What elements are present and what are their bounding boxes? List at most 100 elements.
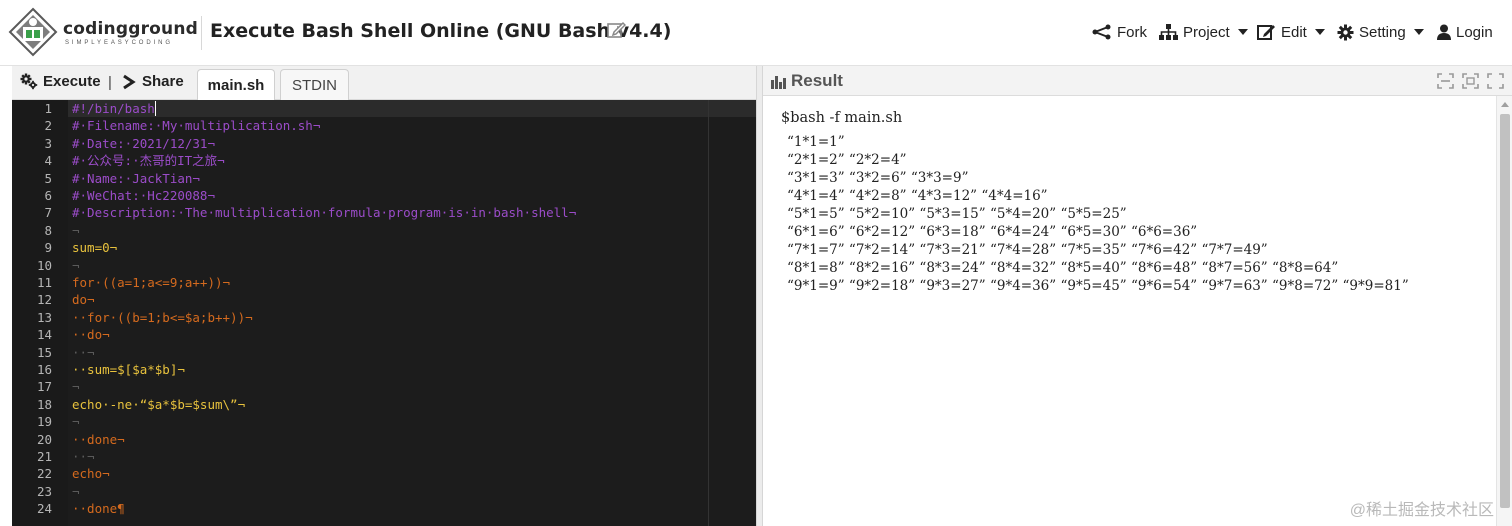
output-line: “6*1=6” “6*2=12” “6*3=18” “6*4=24” “6*5=… bbox=[787, 224, 1198, 240]
line-number: 23 bbox=[36, 483, 52, 499]
line-number: 6 bbox=[44, 188, 52, 203]
result-header: Result bbox=[763, 66, 1512, 96]
line-number: 22 bbox=[36, 466, 52, 482]
code-line: ··sum=$[$a*$b]¬ bbox=[72, 362, 185, 377]
tab-stdin[interactable]: STDIN bbox=[280, 69, 349, 100]
gears-icon bbox=[20, 73, 38, 90]
editor-toolbar: Execute | Share main.sh STDIN bbox=[12, 66, 756, 100]
output-scrollbar[interactable] bbox=[1496, 96, 1512, 526]
pane-resizer[interactable] bbox=[756, 66, 763, 526]
code-line: ··do¬ bbox=[72, 327, 110, 343]
gear-icon bbox=[1337, 24, 1354, 40]
code-line: sum=0¬ bbox=[72, 240, 118, 256]
code-line-text: #!/bin/bash bbox=[72, 101, 155, 116]
user-icon bbox=[1437, 24, 1451, 40]
code-line: #!/bin/bash bbox=[72, 100, 156, 117]
edit-icon bbox=[1257, 25, 1275, 40]
code-line: #·Filename:·My·multiplication.sh¬ bbox=[72, 118, 321, 134]
code-line: ··done¬ bbox=[72, 431, 125, 447]
logo[interactable]: codingground SIMPLYEASYCODING bbox=[8, 7, 198, 59]
output-line: “7*1=7” “7*2=14” “7*3=21” “7*4=28” “7*5=… bbox=[787, 242, 1268, 258]
chevron-down-icon bbox=[1314, 29, 1325, 35]
execute-button[interactable]: Execute bbox=[20, 73, 101, 90]
edit-menu[interactable]: Edit bbox=[1257, 20, 1330, 44]
code-line: for·((a=1;a<=9;a++))¬ bbox=[72, 275, 231, 290]
restore-icon[interactable] bbox=[1462, 73, 1479, 89]
login-button[interactable]: Login bbox=[1437, 20, 1493, 44]
line-number: 12 bbox=[36, 292, 52, 308]
print-margin bbox=[708, 100, 709, 526]
line-number: 10 bbox=[36, 257, 52, 273]
code-line: ¬ bbox=[72, 257, 80, 273]
code-line: ¬ bbox=[72, 483, 80, 499]
fork-icon bbox=[1092, 24, 1111, 40]
line-number: 2 bbox=[44, 118, 52, 134]
text-cursor bbox=[154, 101, 156, 116]
output-line: “1*1=1” bbox=[787, 134, 845, 150]
line-number: 5 bbox=[44, 170, 52, 186]
code-line: #·Date:·2021/12/31¬ bbox=[72, 135, 215, 151]
scrollbar-thumb[interactable] bbox=[1500, 114, 1510, 508]
scroll-up-arrow-icon[interactable] bbox=[1501, 102, 1509, 107]
output-line: “4*1=4” “4*2=8” “4*3=12” “4*4=16” bbox=[787, 188, 1048, 204]
share-button[interactable]: Share bbox=[122, 73, 184, 90]
code-editor[interactable]: 1 2 3 4 5 6 7 8 9 10 11 12 13 14 15 16 1… bbox=[12, 100, 756, 526]
line-number: 20 bbox=[36, 431, 52, 447]
result-controls bbox=[1437, 73, 1504, 89]
line-number: 17 bbox=[36, 379, 52, 395]
line-number: 1 bbox=[44, 101, 52, 116]
login-label: Login bbox=[1456, 23, 1493, 41]
toolbar-separator: | bbox=[108, 74, 112, 91]
setting-label: Setting bbox=[1359, 23, 1406, 41]
line-number: 21 bbox=[36, 449, 52, 464]
line-number: 18 bbox=[36, 396, 52, 412]
code-line: ¬ bbox=[72, 379, 80, 395]
watermark: @稀土掘金技术社区 bbox=[1349, 502, 1494, 519]
edit-title-icon[interactable] bbox=[606, 20, 627, 45]
line-number: 14 bbox=[36, 327, 52, 343]
code-line: #·Name:·JackTian¬ bbox=[72, 170, 200, 186]
bar-chart-icon bbox=[771, 75, 786, 89]
code-line: #·公众号:·杰哥的IT之旅¬ bbox=[72, 153, 225, 169]
code-line: ··done¶ bbox=[72, 501, 125, 517]
output-line: “5*1=5” “5*2=10” “5*3=15” “5*4=20” “5*5=… bbox=[787, 206, 1127, 222]
code-line: ··for·((b=1;b<=$a;b++))¬ bbox=[72, 309, 253, 325]
code-line: echo·-ne·“$a*$b=$sum\”¬ bbox=[72, 396, 246, 412]
result-output: $bash -f main.sh “1*1=1” “2*1=2” “2*2=4”… bbox=[763, 96, 1512, 526]
project-menu[interactable]: Project bbox=[1159, 20, 1253, 44]
setting-menu[interactable]: Setting bbox=[1337, 20, 1429, 44]
code-line: ¬ bbox=[72, 414, 80, 430]
line-number: 16 bbox=[36, 362, 52, 377]
output-line: “8*1=8” “8*2=16” “8*3=24” “8*4=32” “8*5=… bbox=[787, 260, 1339, 276]
output-line: “9*1=9” “9*2=18” “9*3=27” “9*4=36” “9*5=… bbox=[787, 278, 1409, 294]
edit-label: Edit bbox=[1281, 23, 1307, 41]
output-line: “2*1=2” “2*2=4” bbox=[787, 152, 907, 168]
page-title: Execute Bash Shell Online (GNU Bash v4.4… bbox=[210, 20, 672, 42]
fullscreen-icon[interactable] bbox=[1487, 73, 1504, 89]
fork-button[interactable]: Fork bbox=[1092, 20, 1147, 44]
logo-icon bbox=[8, 7, 58, 57]
chevron-right-icon bbox=[123, 74, 136, 89]
execute-label: Execute bbox=[43, 73, 101, 90]
fork-label: Fork bbox=[1117, 23, 1147, 41]
line-number: 19 bbox=[36, 414, 52, 430]
code-line: #·WeChat:·Hc220088¬ bbox=[72, 188, 215, 203]
code-line: ··¬ bbox=[72, 449, 95, 464]
collapse-icon[interactable] bbox=[1437, 73, 1454, 89]
result-title: Result bbox=[771, 71, 843, 91]
logo-tagline: SIMPLYEASYCODING bbox=[65, 40, 173, 46]
code-line: echo¬ bbox=[72, 466, 110, 482]
line-number: 11 bbox=[36, 275, 52, 290]
code-line: do¬ bbox=[72, 292, 95, 308]
logo-text: codingground bbox=[63, 19, 199, 39]
output-line: “3*1=3” “3*2=6” “3*3=9” bbox=[787, 170, 969, 186]
line-number: 8 bbox=[44, 222, 52, 238]
chevron-down-icon bbox=[1413, 29, 1424, 35]
header-divider bbox=[201, 16, 202, 50]
share-label: Share bbox=[142, 73, 184, 90]
line-number: 24 bbox=[36, 501, 52, 517]
output-command: $bash -f main.sh bbox=[781, 110, 903, 126]
chevron-down-icon bbox=[1237, 29, 1248, 35]
tab-main-sh[interactable]: main.sh bbox=[197, 69, 275, 100]
sitemap-icon bbox=[1159, 24, 1178, 40]
